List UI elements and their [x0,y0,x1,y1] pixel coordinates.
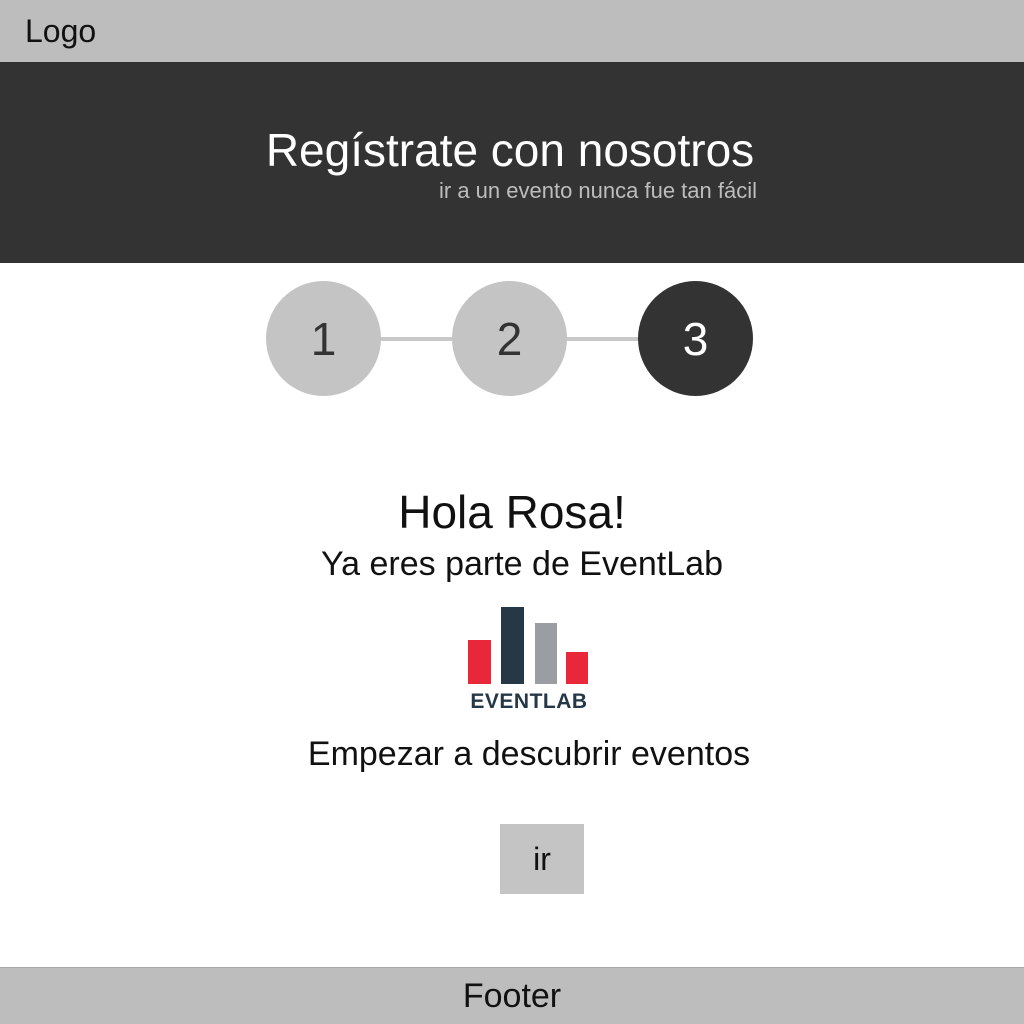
step-3-active[interactable]: 3 [638,281,753,396]
logo-placeholder[interactable]: Logo [25,12,96,50]
step-1[interactable]: 1 [266,281,381,396]
logo-bar [468,640,491,684]
eventlab-logo: EVENTLAB [466,606,592,713]
logo-bar [566,652,588,684]
greeting-heading: Hola Rosa! [398,486,626,538]
hero-subtitle: ir a un evento nunca fue tan fácil [439,178,757,203]
footer-label: Footer [462,977,562,1015]
step-connector [566,337,640,341]
welcome-tagline: Ya eres parte de EventLab [321,545,723,583]
top-bar: Logo [0,0,1024,62]
step-connector [380,337,454,341]
hero-title: Regístrate con nosotros [265,124,755,176]
registration-stepper: 1 2 3 [266,281,753,396]
step-2[interactable]: 2 [452,281,567,396]
go-button[interactable]: ir [500,824,584,894]
discover-events-text: Empezar a descubrir eventos [307,735,751,773]
logo-bar [501,607,524,684]
registration-complete-page: Logo Regístrate con nosotros ir a un eve… [0,0,1024,1024]
eventlab-wordmark: EVENTLAB [470,690,588,713]
hero-banner: Regístrate con nosotros ir a un evento n… [0,62,1024,263]
footer: Footer [0,967,1024,1024]
logo-bar [535,623,557,684]
eventlab-logo-bars-icon [468,607,588,684]
